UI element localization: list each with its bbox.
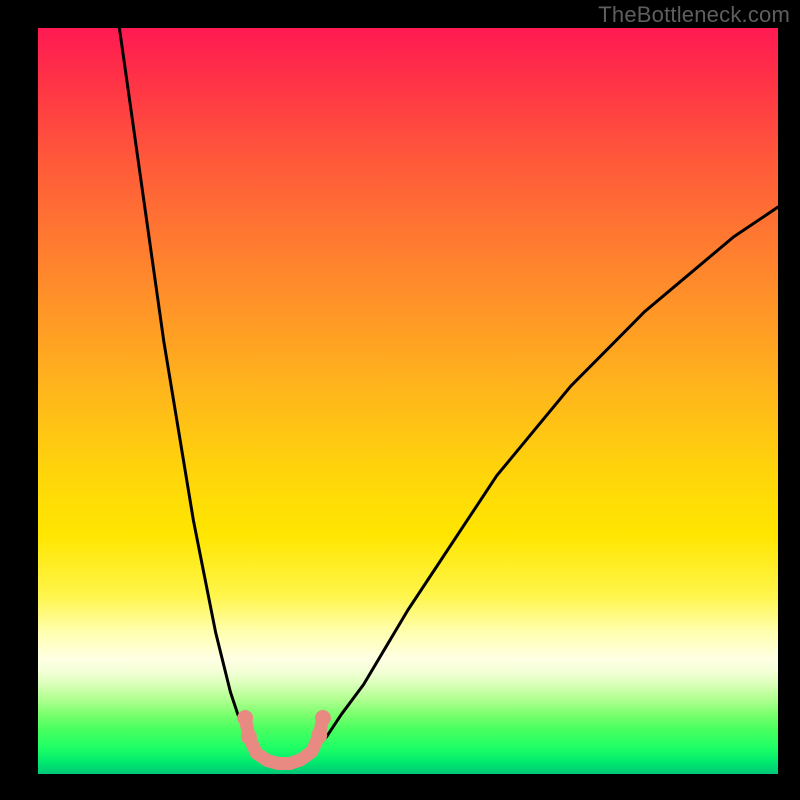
curve-layer (38, 28, 778, 774)
plot-area (38, 28, 778, 774)
valley-band (237, 710, 331, 764)
chart-frame: TheBottleneck.com (0, 0, 800, 800)
watermark-text: TheBottleneck.com (598, 2, 790, 28)
right-curve (312, 207, 778, 752)
left-curve (119, 28, 260, 752)
